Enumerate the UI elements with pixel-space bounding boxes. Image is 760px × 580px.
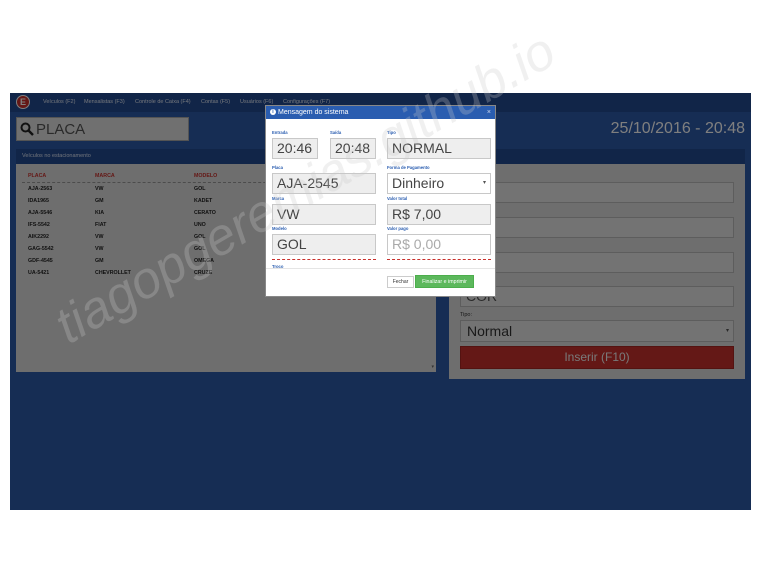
forma-pagamento-select[interactable]: Dinheiro ▾ [387, 173, 491, 194]
entrada-field: 20:46 [272, 138, 318, 159]
modal-title: Mensagem do sistema [278, 109, 349, 116]
saida-label: Saída [330, 130, 342, 135]
forma-pagamento-label: Forma de Pagamento [387, 165, 430, 170]
caret-down-icon: ▾ [482, 180, 486, 186]
separator-dash [387, 259, 491, 260]
marca-modal-field: VW [272, 204, 376, 225]
valor-total-label: Valor total [387, 196, 408, 201]
saida-field: 20:48 [330, 138, 376, 159]
finalizar-imprimir-button[interactable]: Finalizar e imprimir [415, 275, 474, 288]
tipo-modal-field: NORMAL [387, 138, 491, 159]
modelo-modal-label: Modelo [272, 226, 287, 231]
close-icon[interactable]: × [487, 106, 491, 119]
modal-header: i Mensagem do sistema × [266, 106, 495, 119]
tipo-modal-label: Tipo [387, 130, 396, 135]
valor-total-field: R$ 7,00 [387, 204, 491, 225]
info-icon: i [270, 109, 276, 115]
modal-footer [266, 268, 495, 269]
placa-modal-label: Placa [272, 165, 283, 170]
modelo-modal-field: GOL [272, 234, 376, 255]
separator-dash [272, 259, 376, 260]
valor-pago-input[interactable]: R$ 0,00 [387, 234, 491, 255]
marca-modal-label: Marca [272, 196, 285, 201]
valor-pago-label: Valor pago [387, 226, 409, 231]
system-message-modal: i Mensagem do sistema × Entrada 20:46 Saí… [265, 105, 496, 297]
forma-pagamento-value: Dinheiro [392, 175, 445, 191]
placa-modal-field: AJA-2545 [272, 173, 376, 194]
entrada-label: Entrada [272, 130, 288, 135]
fechar-button[interactable]: Fechar [387, 276, 414, 288]
